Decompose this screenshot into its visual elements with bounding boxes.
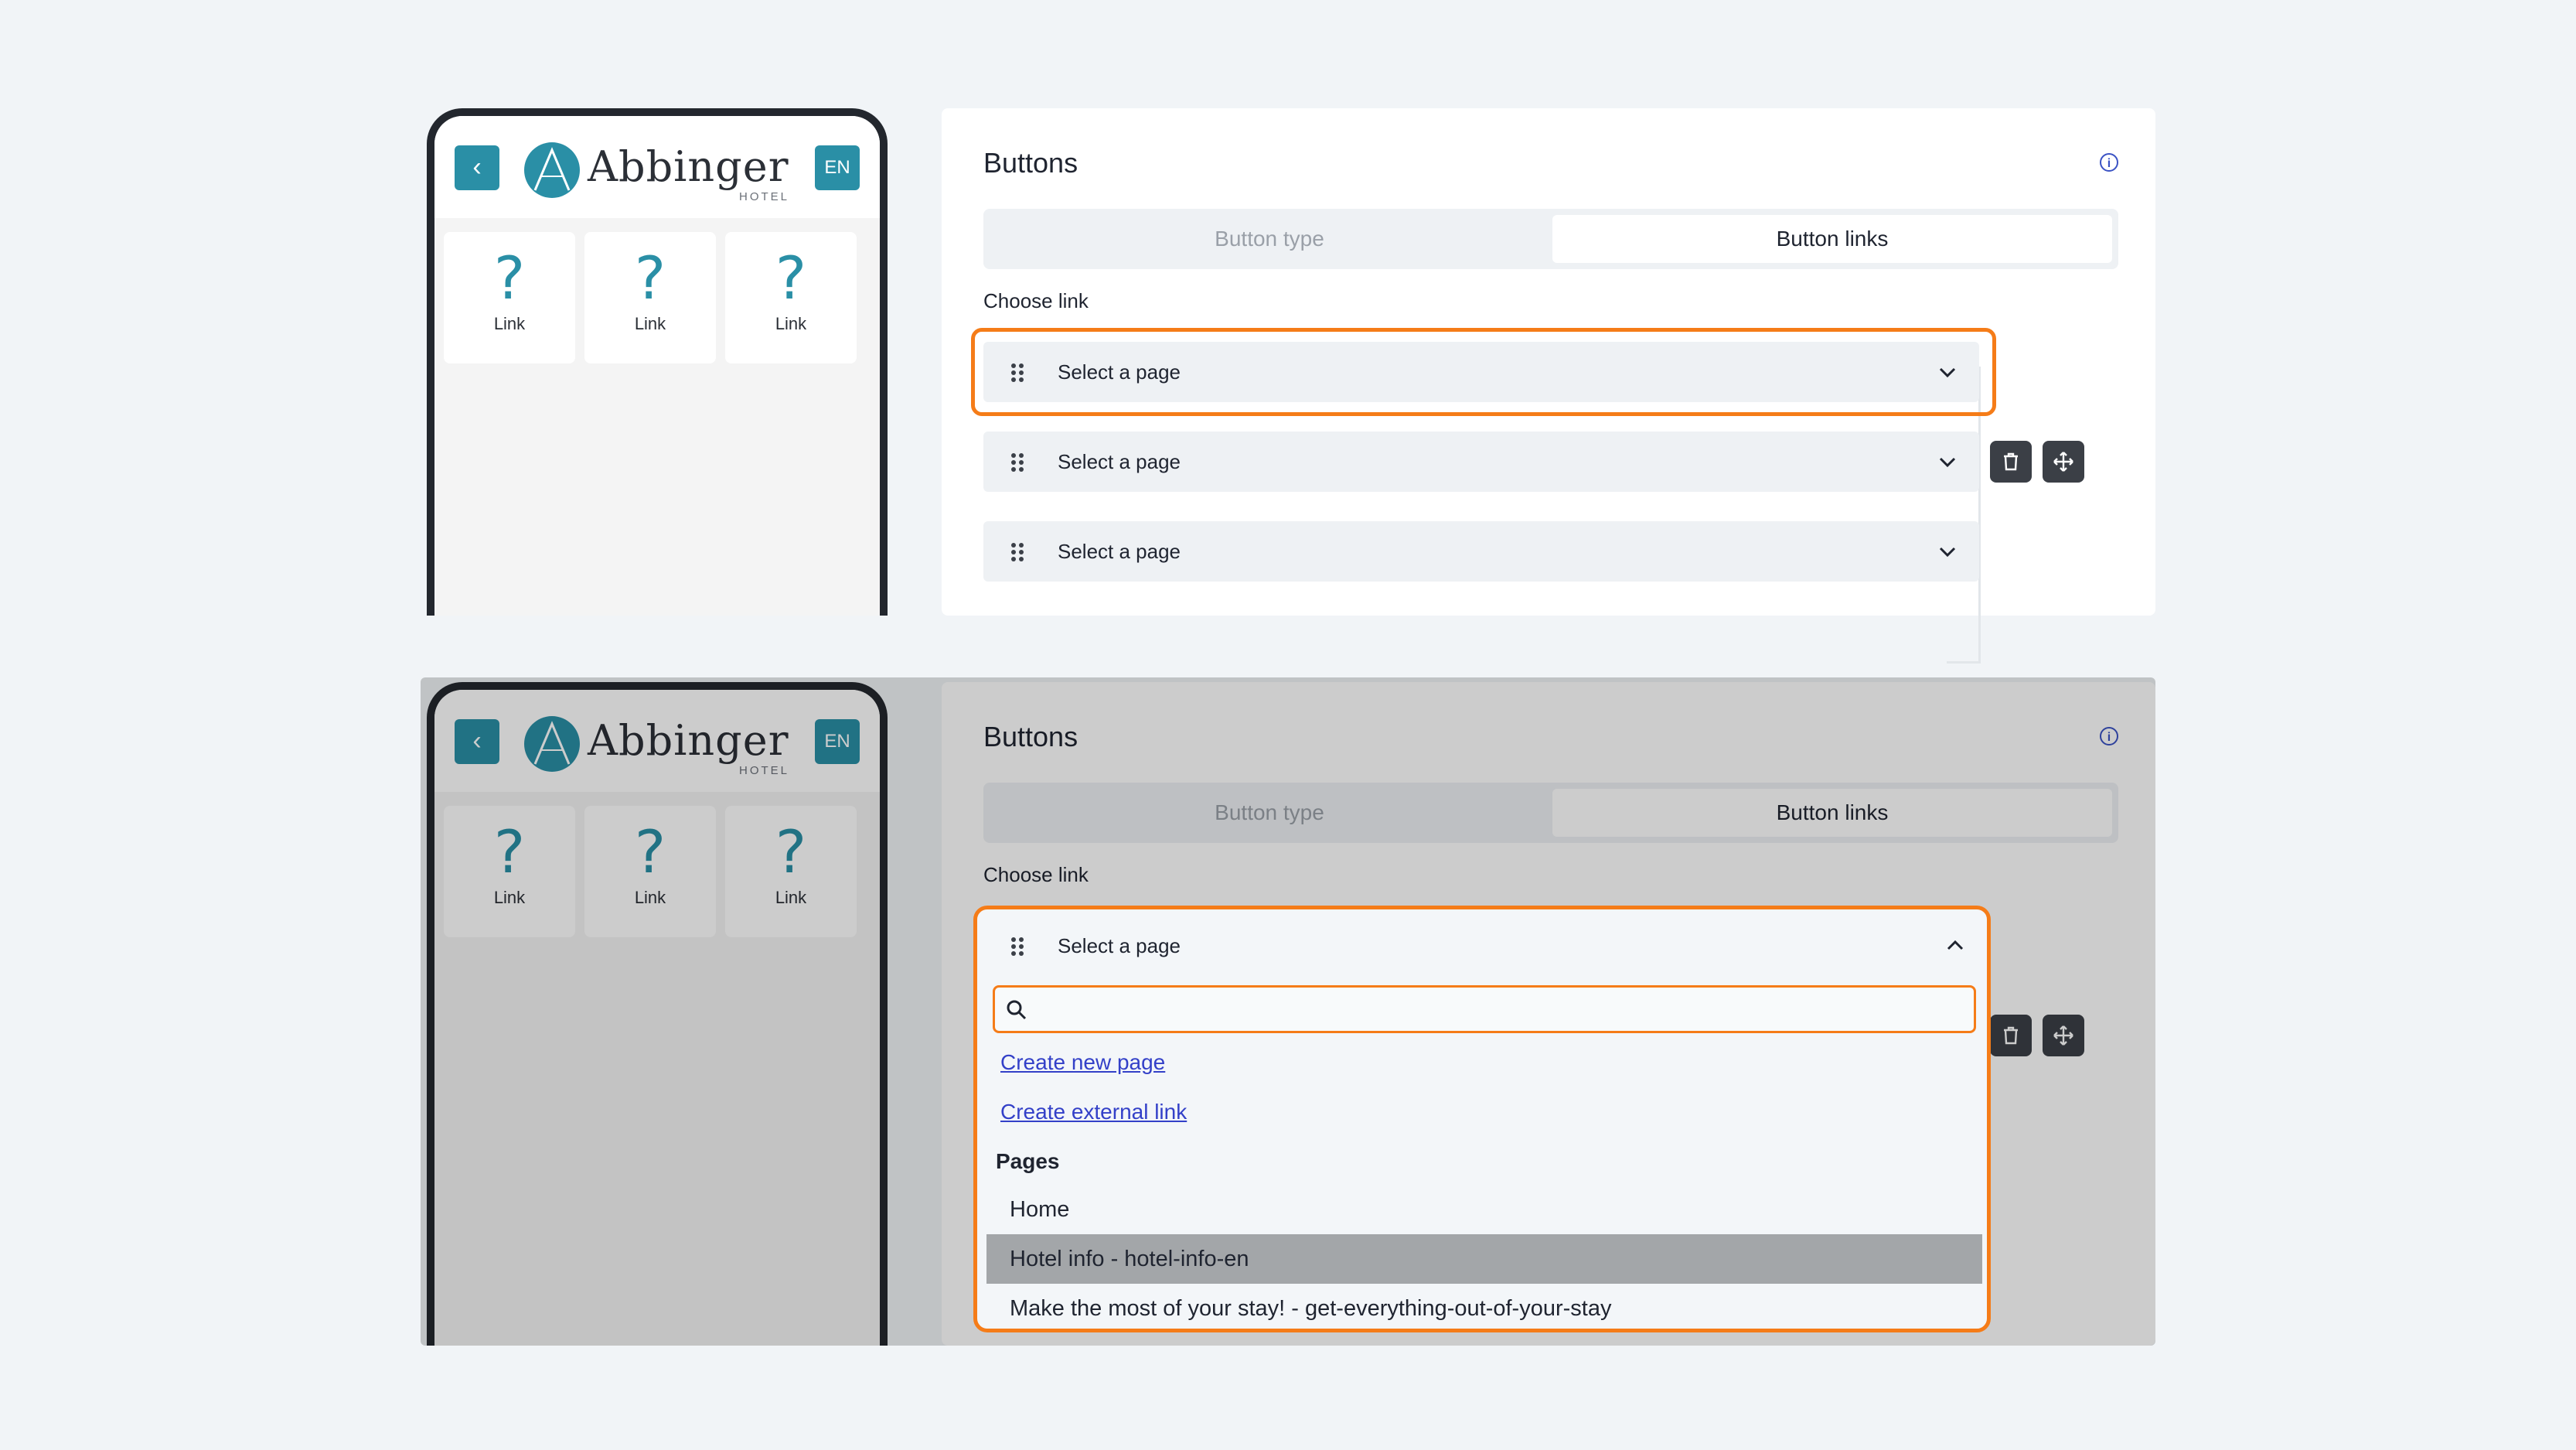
buttons-editor-card: Buttons i Button type Button links Choos…	[942, 108, 2155, 664]
tab-button-type[interactable]: Button type	[990, 215, 1549, 263]
select-placeholder: Select a page	[1058, 540, 1181, 563]
question-icon: ?	[775, 244, 807, 312]
question-icon: ?	[493, 244, 526, 312]
brand-subtitle: HOTEL	[739, 190, 790, 203]
choose-link-label: Choose link	[983, 863, 1089, 886]
language-button[interactable]: EN	[815, 145, 860, 190]
tile-label: Link	[634, 314, 666, 333]
tile-label: Link	[775, 888, 807, 907]
tile-label: Link	[493, 888, 526, 907]
tab-button-links[interactable]: Button links	[1552, 789, 2112, 837]
phone-header: ‹ Abbinger HOTEL EN	[434, 690, 880, 792]
brand-name: Abbinger	[588, 716, 789, 765]
back-button[interactable]: ‹	[455, 719, 499, 764]
link-tiles: ? Link ? Link ? Link	[444, 806, 857, 937]
phone-header: ‹ Abbinger HOTEL EN	[434, 116, 880, 218]
logo-mark	[524, 716, 580, 772]
link-tiles: ? Link ? Link ? Link	[444, 232, 857, 363]
page-select-2[interactable]: Select a page	[983, 432, 1979, 492]
highlight-frame	[971, 328, 1996, 416]
info-icon[interactable]: i	[2100, 153, 2118, 172]
link-tile[interactable]: ? Link	[444, 232, 575, 363]
tab-bar: Button type Button links	[983, 209, 2118, 269]
tab-bar: Button type Button links	[983, 783, 2118, 843]
trash-icon	[2004, 1026, 2018, 1045]
card-title: Buttons	[983, 721, 1078, 752]
link-tile[interactable]: ? Link	[725, 806, 857, 937]
move-arrows-icon	[2053, 452, 2073, 472]
move-button[interactable]	[2043, 1015, 2084, 1056]
card-title: Buttons	[983, 147, 1078, 179]
link-tile[interactable]: ? Link	[725, 232, 857, 363]
tab-button-links[interactable]: Button links	[1552, 215, 2112, 263]
info-icon[interactable]: i	[2100, 727, 2118, 745]
link-tile[interactable]: ? Link	[584, 806, 716, 937]
chevron-left-icon: ‹	[472, 152, 482, 182]
tile-label: Link	[775, 314, 807, 333]
tile-label: Link	[493, 314, 526, 333]
phone-preview: ‹ Abbinger HOTEL EN ? Link ? Link ? Link	[427, 108, 888, 616]
drag-handle-icon[interactable]	[1011, 543, 1025, 561]
back-button[interactable]: ‹	[455, 145, 499, 190]
select-placeholder: Select a page	[1058, 450, 1181, 473]
choose-link-label: Choose link	[983, 289, 1089, 312]
move-button[interactable]	[2043, 441, 2084, 483]
tile-label: Link	[634, 888, 666, 907]
drag-handle-icon[interactable]	[1011, 453, 1025, 472]
chevron-down-icon	[1939, 457, 1956, 468]
question-icon: ?	[634, 244, 666, 312]
link-tile[interactable]: ? Link	[584, 232, 716, 363]
page-select-3[interactable]: Select a page	[983, 521, 1979, 582]
trash-icon	[2004, 452, 2018, 471]
chevron-left-icon: ‹	[472, 726, 482, 756]
tab-button-type[interactable]: Button type	[990, 789, 1549, 837]
delete-button[interactable]	[1990, 1015, 2032, 1056]
question-icon: ?	[493, 817, 526, 886]
move-arrows-icon	[2053, 1025, 2073, 1046]
highlight-frame	[973, 906, 1991, 1332]
brand-name: Abbinger	[588, 142, 789, 191]
phone-preview-dimmed: ‹ Abbinger HOTEL EN ? Link ? Link ? Link	[427, 682, 888, 1346]
link-tile[interactable]: ? Link	[444, 806, 575, 937]
logo-mark	[524, 142, 580, 198]
brand-subtitle: HOTEL	[739, 764, 790, 777]
delete-button[interactable]	[1990, 441, 2032, 483]
question-icon: ?	[775, 817, 807, 886]
question-icon: ?	[634, 817, 666, 886]
chevron-down-icon	[1939, 547, 1956, 558]
language-button[interactable]: EN	[815, 719, 860, 764]
